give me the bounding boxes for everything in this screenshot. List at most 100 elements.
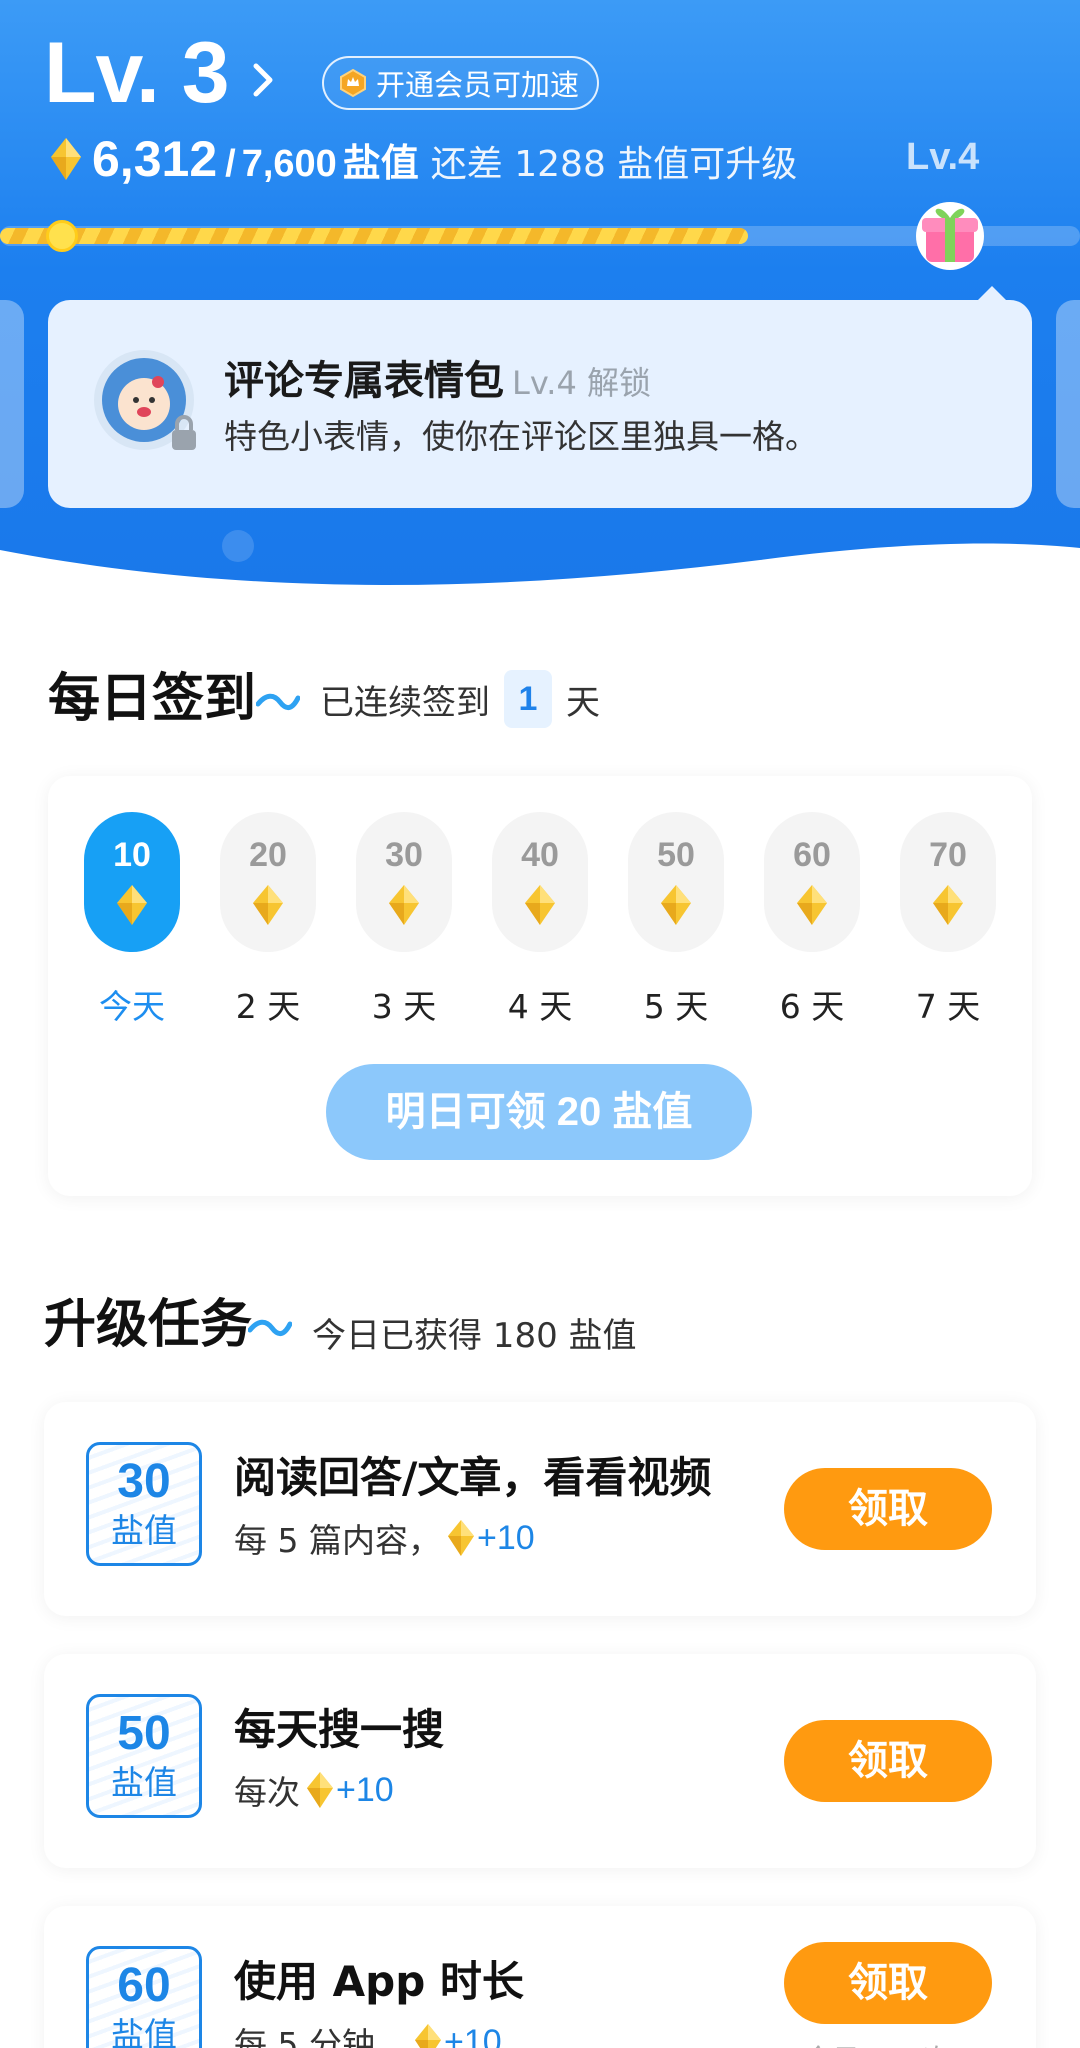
checkin-day-7[interactable]: 70 7 天 [900,812,996,1028]
task-title: 每天搜一搜 [234,1705,445,1754]
task-sub-text: 每次 [234,1773,300,1812]
day-reward: 40 [521,836,559,874]
checkin-card: 10 今天 20 2 天 30 3 天 40 4 天 50 5 天 60 6 天… [48,776,1032,1196]
salt-summary: 6,312 / 7,600 盐值 还差 1288 盐值可升级 [50,130,797,188]
task-subtitle: 每 5 篇内容， +10 [234,1514,535,1562]
diamond-icon [447,1520,474,1556]
next-perk-card-peek[interactable] [1056,300,1080,508]
today-earned: 今日已获得 180 盐值 [312,1308,637,1357]
tasks-section-title: 升级任务 [44,1295,253,1355]
day-label: 5 天 [643,987,709,1026]
day-pill: 40 [492,812,588,952]
task-card: 60 盐值 使用 App 时长 每 5 分钟， +10 领取 今日 1/3 次 [44,1906,1036,2048]
diamond-icon [389,885,419,925]
task-reward-unit: 盐值 [111,1511,177,1550]
day-pill: 30 [356,812,452,952]
day-pill: 10 [84,812,180,952]
checkin-streak: 已连续签到 1 天 [320,670,600,728]
day-label: 今天 [99,987,165,1026]
salt-current: 6,312 [92,131,218,187]
diamond-icon [933,885,963,925]
day-label: 2 天 [235,987,301,1026]
salt-unit: 盐值 [342,141,419,185]
next-level-label: Lv.4 [906,136,980,178]
task-reward-value: 60 [117,1959,171,2012]
task-subtitle: 每次 +10 [234,1766,394,1814]
level-header: Lv. 3 开通会员可加速 6,312 / 7,600 盐值 还差 1288 盐… [0,0,1080,600]
chevron-right-icon[interactable] [248,62,278,98]
task-sub-text: 每 5 篇内容， [234,1521,441,1560]
task-reward-badge: 30 盐值 [86,1442,202,1566]
day-pill: 50 [628,812,724,952]
task-title: 阅读回答/文章，看看视频 [234,1453,712,1502]
perk-title-text: 评论专属表情包 [224,358,504,404]
vip-speedup-label: 开通会员可加速 [376,68,580,102]
day-reward: 60 [793,836,831,874]
perk-description: 特色小表情，使你在评论区里独具一格。 [224,417,818,456]
salt-max: 7,600 [241,143,337,185]
streak-days: 1 [504,670,552,728]
title-wave-icon [248,1319,292,1336]
day-label: 4 天 [507,987,573,1026]
perk-unlock-level: Lv.4 解锁 [512,364,651,402]
streak-prefix: 已连续签到 [320,682,490,723]
task-plus-value: +10 [443,2022,502,2048]
day-label: 3 天 [371,987,437,1026]
checkin-day-4[interactable]: 40 4 天 [492,812,588,1028]
claim-button[interactable]: 领取 [784,1468,992,1550]
checkin-day-6[interactable]: 60 6 天 [764,812,860,1028]
day-label: 6 天 [779,987,845,1026]
day-reward: 50 [657,836,695,874]
checkin-section-title: 每日签到 [48,669,257,729]
vip-badge-icon [340,68,366,98]
day-reward: 10 [113,836,151,874]
title-wave-icon [256,693,300,710]
emoji-pack-icon [94,350,196,450]
diamond-icon [525,885,555,925]
streak-suffix: 天 [566,682,600,723]
checkin-day-2[interactable]: 20 2 天 [220,812,316,1028]
claim-button[interactable]: 领取 [784,1942,992,2024]
salt-hint: 还差 1288 盐值可升级 [430,144,798,185]
task-reward-unit: 盐值 [111,1763,177,1802]
gift-icon[interactable] [912,196,988,272]
diamond-icon [797,885,827,925]
today-earned-text: 今日已获得 180 盐值 [312,1316,637,1356]
level-title[interactable]: Lv. 3 [44,24,230,123]
header-wave [0,543,1080,600]
diamond-icon [117,885,147,925]
checkin-day-3[interactable]: 30 3 天 [356,812,452,1028]
task-card: 50 盐值 每天搜一搜 每次 +10 领取 [44,1654,1036,1868]
vip-speedup-button[interactable]: 开通会员可加速 [322,56,600,110]
perk-card[interactable]: 评论专属表情包 Lv.4 解锁 特色小表情，使你在评论区里独具一格。 [48,286,1032,508]
task-reward-badge: 50 盐值 [86,1694,202,1818]
diamond-icon [253,885,283,925]
diamond-icon [414,2024,441,2048]
task-sub-text: 每 5 分钟， [234,2025,408,2048]
level-progress-fill [0,228,748,244]
diamond-icon [51,138,81,180]
task-plus-value: +10 [336,1770,394,1809]
diamond-icon [307,1772,333,1808]
task-reward-value: 50 [117,1707,171,1760]
day-pill: 70 [900,812,996,952]
tomorrow-claim-button[interactable]: 明日可领 20 盐值 [326,1064,752,1160]
checkin-day-1[interactable]: 10 今天 [84,812,180,1028]
checkin-day-5[interactable]: 50 5 天 [628,812,724,1028]
task-title: 使用 App 时长 [234,1957,524,2006]
level-progress-knob [46,220,78,252]
claim-button[interactable]: 领取 [784,1720,992,1802]
task-reward-badge: 60 盐值 [86,1946,202,2048]
task-reward-value: 30 [117,1455,171,1508]
day-pill: 60 [764,812,860,952]
day-reward: 70 [929,836,967,874]
day-reward: 20 [249,836,287,874]
task-subtitle: 每 5 分钟， +10 [234,2018,502,2048]
prev-perk-card-peek[interactable] [0,300,24,508]
perk-title: 评论专属表情包 Lv.4 解锁 [224,348,651,406]
diamond-icon [661,885,691,925]
day-label: 7 天 [915,987,981,1026]
task-reward-unit: 盐值 [111,2015,177,2048]
task-card: 30 盐值 阅读回答/文章，看看视频 每 5 篇内容， +10 领取 [44,1402,1036,1616]
salt-separator: / [225,143,236,185]
